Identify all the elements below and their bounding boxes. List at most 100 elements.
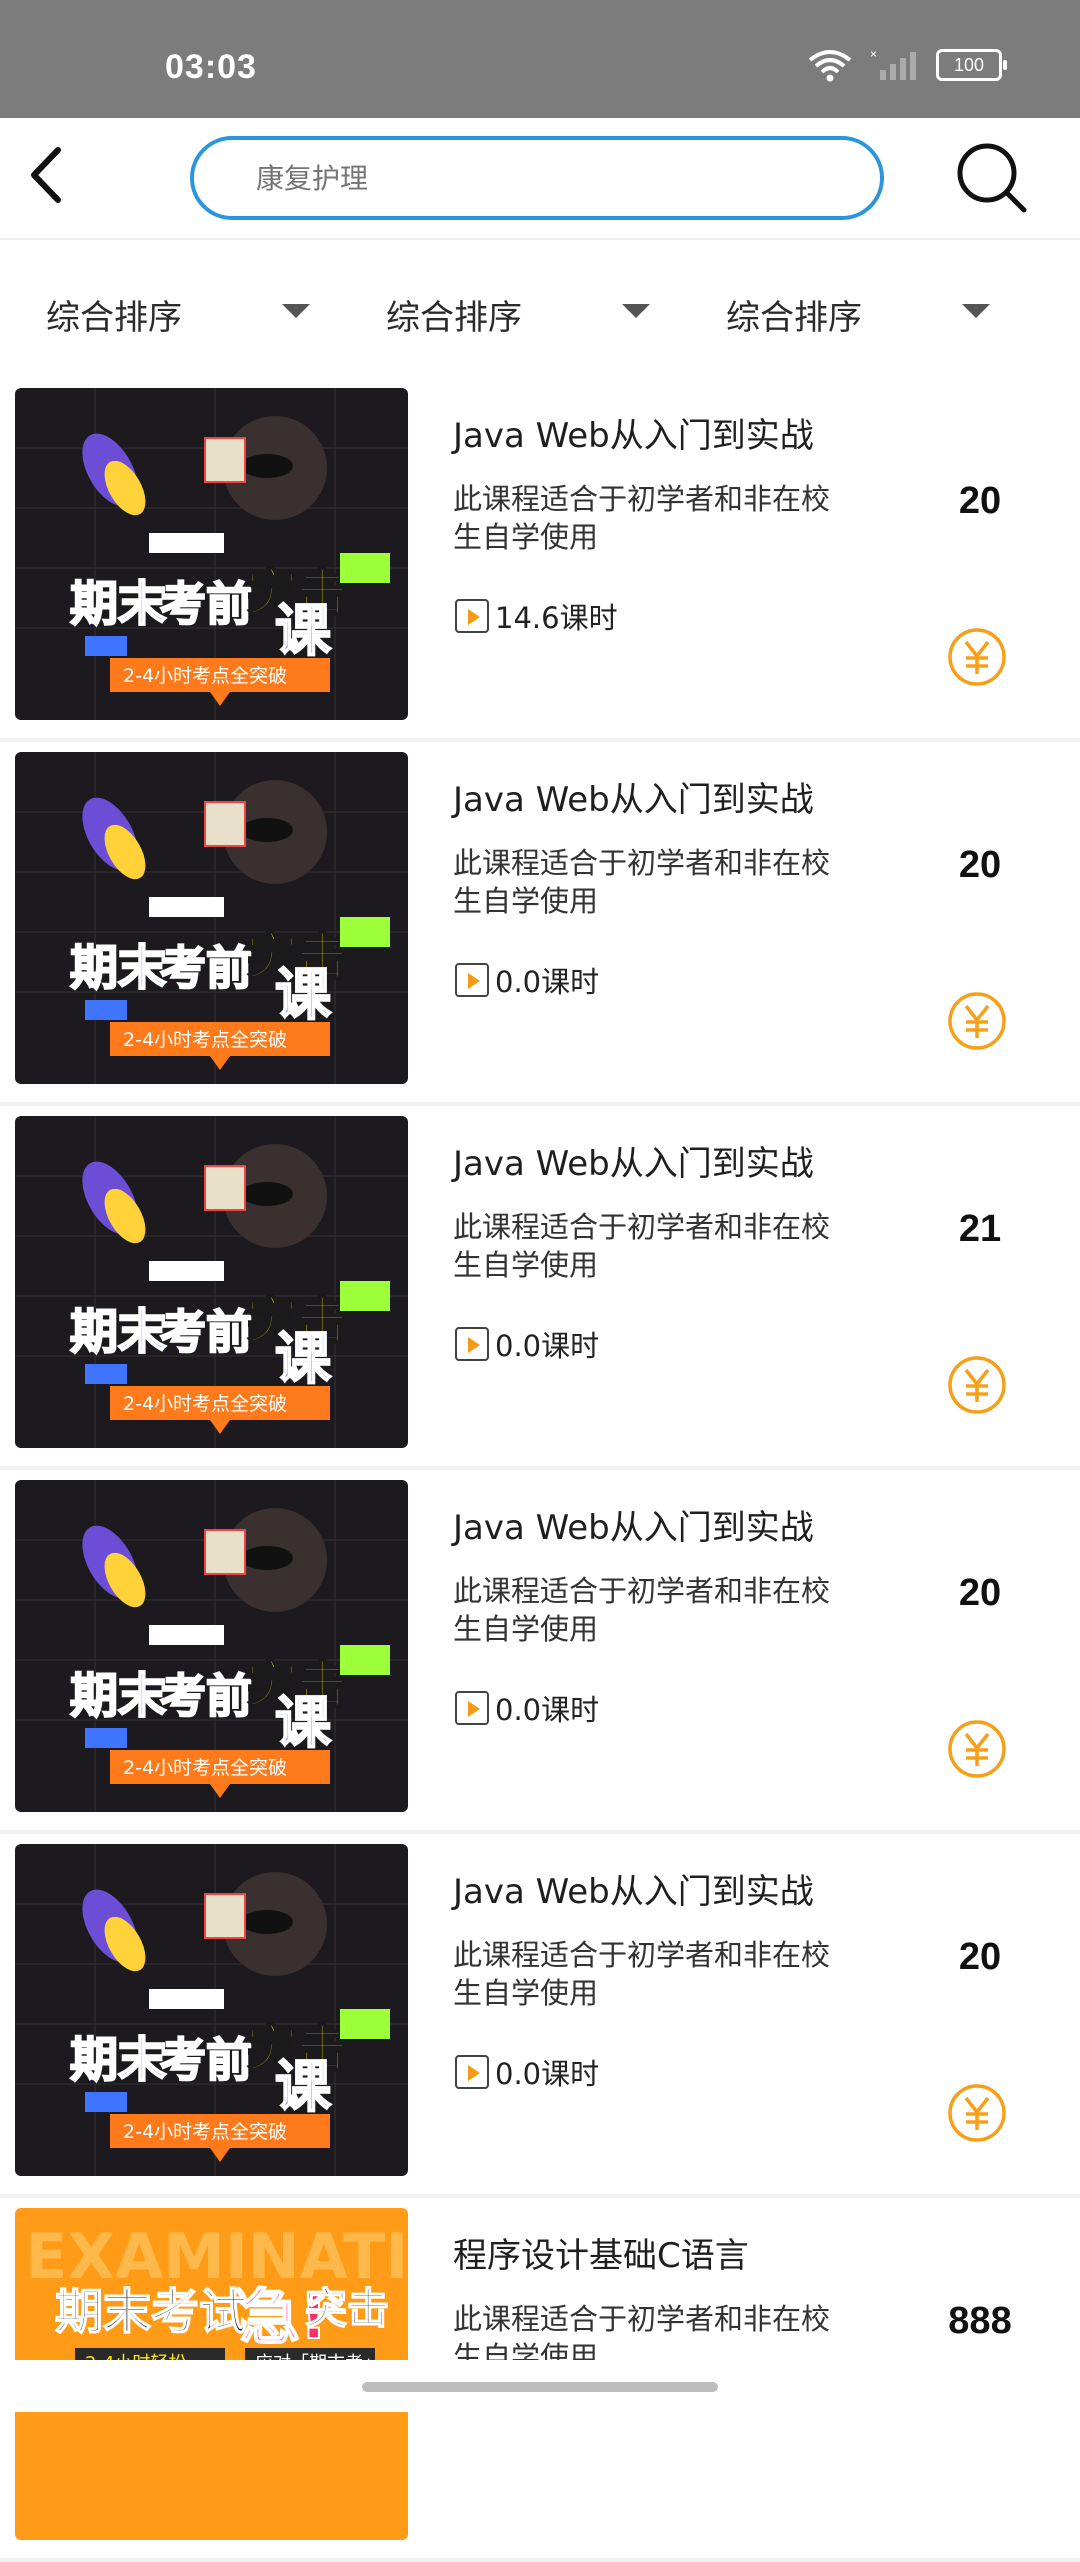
course-description: 此课程适合于初学者和非在校生自学使用 — [453, 1210, 831, 1282]
svg-text:期末: 期末 — [70, 940, 166, 996]
sort-dropdown-1[interactable]: 综合排序 — [46, 290, 346, 338]
back-arrow-icon — [31, 147, 61, 203]
battery-icon: 100 — [936, 49, 1007, 81]
svg-text:期末考试: 期末考试 — [55, 2284, 247, 2340]
svg-text:考前: 考前 — [160, 577, 252, 631]
sort-dropdown-2[interactable]: 综合排序 — [386, 290, 686, 338]
sort-label: 综合排序 — [726, 298, 862, 338]
yuan-icon — [948, 1356, 1006, 1414]
sort-label: 综合排序 — [46, 298, 182, 338]
yuan-price-button[interactable] — [946, 626, 1008, 688]
svg-text:考前: 考前 — [160, 2033, 252, 2087]
play-icon — [455, 1691, 489, 1725]
status-bar: 03:03 × 100 — [0, 0, 1080, 118]
svg-text:2-4小时考点全突破: 2-4小时考点全突破 — [123, 1029, 287, 1051]
course-price: 20 — [958, 844, 1002, 886]
svg-text:期末: 期末 — [70, 576, 166, 632]
yuan-icon — [948, 628, 1006, 686]
sort-label: 综合排序 — [386, 298, 522, 338]
course-thumbnail[interactable]: 期末 考前 突击 课 2-4小时考点全突破 — [15, 388, 408, 720]
course-hours: 0.0课时 — [455, 1687, 599, 1729]
course-price: 888 — [948, 2300, 1012, 2342]
yuan-icon — [948, 1720, 1006, 1778]
course-thumbnail[interactable]: 期末 考前 突击 课 2-4小时考点全突破 — [15, 1480, 408, 1812]
wifi-icon — [808, 50, 852, 82]
svg-text:期末: 期末 — [70, 1668, 166, 1724]
sort-bar: 综合排序 综合排序 综合排序 — [0, 240, 1080, 380]
course-list-item[interactable]: 期末 考前 突击 课 2-4小时考点全突破 Java Web从入门到实战 此课程… — [0, 1472, 1080, 1834]
play-icon — [455, 599, 489, 633]
course-title: Java Web从入门到实战 — [453, 780, 814, 820]
course-list-item[interactable]: 期末 考前 突击 课 2-4小时考点全突破 Java Web从入门到实战 此课程… — [0, 744, 1080, 1106]
play-icon — [455, 2055, 489, 2089]
svg-text:EXAMINATION: EXAMINATION — [25, 2220, 408, 2293]
dropdown-arrow-icon — [962, 304, 990, 318]
course-hours-text: 0.0课时 — [495, 1693, 600, 1727]
yuan-icon — [948, 992, 1006, 1050]
course-hours-text: 0.0课时 — [495, 965, 600, 999]
yuan-price-button[interactable] — [946, 1354, 1008, 1416]
svg-text:2-4小时考点全突破: 2-4小时考点全突破 — [123, 1757, 287, 1779]
yuan-price-button[interactable] — [946, 990, 1008, 1052]
course-hours: 14.6课时 — [455, 595, 618, 637]
course-hours-text: 0.0课时 — [495, 1329, 600, 1363]
course-list-item[interactable]: 期末 考前 突击 课 2-4小时考点全突破 Java Web从入门到实战 此课程… — [0, 1108, 1080, 1470]
course-list-item[interactable]: 期末 考前 突击 课 2-4小时考点全突破 Java Web从入门到实战 此课程… — [0, 1836, 1080, 2198]
svg-text:×: × — [870, 48, 877, 61]
svg-text:突击: 突击 — [305, 2284, 389, 2333]
search-input[interactable] — [254, 160, 880, 196]
status-time: 03:03 — [165, 48, 257, 86]
course-title: Java Web从入门到实战 — [453, 1872, 814, 1912]
svg-text:课: 课 — [275, 2055, 332, 2120]
course-hours: 0.0课时 — [455, 1323, 599, 1365]
course-price: 20 — [958, 1572, 1002, 1614]
svg-text:2-4小时考点全突破: 2-4小时考点全突破 — [123, 1393, 287, 1415]
svg-text:考前: 考前 — [160, 1305, 252, 1359]
course-description: 此课程适合于初学者和非在校生自学使用 — [453, 1938, 831, 2010]
dropdown-arrow-icon — [622, 304, 650, 318]
course-title: Java Web从入门到实战 — [453, 1144, 814, 1184]
course-price: 21 — [958, 1208, 1002, 1250]
course-description: 此课程适合于初学者和非在校生自学使用 — [453, 846, 831, 918]
search-button[interactable] — [954, 140, 1030, 216]
back-button[interactable] — [14, 140, 84, 210]
svg-text:期末: 期末 — [70, 1304, 166, 1360]
play-icon — [455, 1327, 489, 1361]
svg-text:2-4小时考点全突破: 2-4小时考点全突破 — [123, 665, 287, 687]
course-price: 20 — [958, 480, 1002, 522]
course-thumbnail[interactable]: 期末 考前 突击 课 2-4小时考点全突破 — [15, 1116, 408, 1448]
sort-dropdown-3[interactable]: 综合排序 — [726, 290, 1026, 338]
course-title: Java Web从入门到实战 — [453, 416, 814, 456]
svg-text:考前: 考前 — [160, 941, 252, 995]
yuan-icon — [948, 2084, 1006, 2142]
course-hours: 0.0课时 — [455, 959, 599, 1001]
cellular-signal-icon: × — [870, 48, 916, 80]
course-hours-text: 14.6课时 — [495, 601, 618, 635]
status-icons: × 100 — [808, 48, 1007, 82]
yuan-price-button[interactable] — [946, 2082, 1008, 2144]
svg-text:考前: 考前 — [160, 1669, 252, 1723]
course-description: 此课程适合于初学者和非在校生自学使用 — [453, 482, 831, 554]
play-icon — [455, 963, 489, 997]
course-price: 20 — [958, 1936, 1002, 1978]
yuan-price-button[interactable] — [946, 1718, 1008, 1780]
course-hours-text: 0.0课时 — [495, 2057, 600, 2091]
svg-text:2-4小时考点全突破: 2-4小时考点全突破 — [123, 2121, 287, 2143]
svg-text:课: 课 — [275, 1327, 332, 1392]
svg-text:课: 课 — [275, 599, 332, 664]
svg-text:课: 课 — [275, 963, 332, 1028]
svg-text:期末: 期末 — [70, 2032, 166, 2088]
dropdown-arrow-icon — [282, 304, 310, 318]
course-title: 程序设计基础C语言 — [453, 2236, 749, 2276]
search-icon — [957, 143, 1027, 213]
course-title: Java Web从入门到实战 — [453, 1508, 814, 1548]
search-header — [0, 118, 1080, 240]
course-hours: 0.0课时 — [455, 2051, 599, 2093]
course-thumbnail[interactable]: 期末 考前 突击 课 2-4小时考点全突破 — [15, 752, 408, 1084]
course-description: 此课程适合于初学者和非在校生自学使用 — [453, 1574, 831, 1646]
svg-text:课: 课 — [275, 1691, 332, 1756]
course-thumbnail[interactable]: 期末 考前 突击 课 2-4小时考点全突破 — [15, 1844, 408, 2176]
search-box[interactable] — [190, 136, 884, 220]
home-indicator[interactable] — [362, 2382, 718, 2392]
course-list-item[interactable]: 期末 考前 突击 课 2-4小时考点全突破 Java Web从入门到实战 此课程… — [0, 380, 1080, 742]
